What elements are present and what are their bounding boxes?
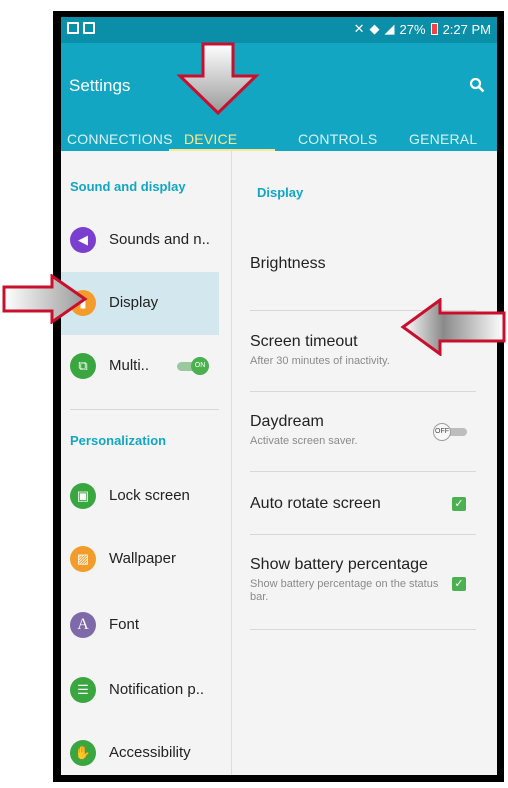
sidebar-item-multi-window[interactable]: ⧉ Multi.. ON [61,335,219,398]
divider [250,391,476,392]
search-icon[interactable] [469,77,485,93]
image-notification-icon [83,22,95,34]
auto-rotate-checkbox[interactable]: ✓ [452,497,466,511]
setting-title: Auto rotate screen [250,495,381,512]
setting-auto-rotate[interactable]: Auto rotate screen [250,495,474,513]
sidebar-item-label: Notification p.. [109,681,205,698]
tab-controls[interactable]: CONTROLS [298,131,377,147]
battery-percentage-checkbox[interactable]: ✓ [452,577,466,591]
battery-icon [430,23,438,35]
page-title: Settings [69,76,131,95]
setting-brightness[interactable]: Brightness [250,255,474,273]
wallpaper-icon: ▨ [70,546,96,572]
gallery-notification-icon [67,22,79,34]
divider [250,534,476,535]
right-arrow-annotation [2,274,88,324]
status-time: 2:27 PM [442,21,491,37]
battery-percent: 27% [399,21,426,37]
display-settings-panel: Display Brightness Screen timeout After … [232,151,497,775]
sidebar-item-accessibility[interactable]: ✋ Accessibility [61,722,219,775]
sidebar-item-notification-panel[interactable]: ☰ Notification p.. [61,659,219,722]
sidebar-item-wallpaper[interactable]: ▨ Wallpaper [61,528,219,591]
setting-subtitle: After 30 minutes of inactivity. [250,355,390,367]
screen: ✕ ◆ ◢ 27% 2:27 PM Settings CONNECTIONS D… [61,17,497,775]
setting-title: Show battery percentage [250,556,428,573]
notification-panel-icon: ☰ [70,677,96,703]
sidebar: Sound and display ◀ Sounds and n.. ▮ Dis… [61,151,232,775]
mute-icon: ✕ [353,21,365,36]
daydream-toggle[interactable]: OFF [433,423,467,441]
sidebar-item-label: Accessibility [109,744,191,761]
multi-window-icon: ⧉ [70,353,96,379]
left-arrow-annotation [400,298,506,356]
divider [70,409,219,410]
app-header: Settings CONNECTIONS DEVICE CONTROLS GEN… [61,43,497,152]
setting-title: Brightness [250,255,326,272]
status-bar: ✕ ◆ ◢ 27% 2:27 PM [61,17,497,43]
accessibility-icon: ✋ [70,740,96,766]
sidebar-item-label: Wallpaper [109,550,176,567]
sidebar-item-label: Display [109,294,159,311]
setting-subtitle: Show battery percentage on the status ba… [250,578,439,603]
signal-icon: ◢ [384,21,395,36]
section-title-display: Display [257,185,304,200]
down-arrow-annotation [176,42,260,116]
toggle-state: OFF [433,423,451,441]
tab-device[interactable]: DEVICE [184,131,237,147]
sidebar-item-label: Sounds and n.. [109,231,210,248]
font-icon: A [70,612,96,638]
sidebar-item-lock-screen[interactable]: ▣ Lock screen [61,465,219,528]
lock-screen-icon: ▣ [70,483,96,509]
setting-battery-percentage[interactable]: Show battery percentage Show battery per… [250,556,474,604]
wifi-icon: ◆ [369,21,380,36]
sidebar-item-sounds[interactable]: ◀ Sounds and n.. [61,209,219,272]
tab-connections[interactable]: CONNECTIONS [67,131,173,147]
section-title-personalization: Personalization [70,433,167,448]
sidebar-item-label: Font [109,616,140,633]
sidebar-item-font[interactable]: A Font [61,594,219,657]
toggle-state: ON [191,357,209,375]
volume-icon: ◀ [70,227,96,253]
multi-window-toggle[interactable]: ON [177,357,209,375]
sidebar-item-label: Multi.. [109,357,150,374]
divider [250,471,476,472]
tab-general[interactable]: GENERAL [409,131,477,147]
section-title-sound-display: Sound and display [70,179,186,194]
sidebar-item-label: Lock screen [109,487,190,504]
divider [250,629,476,630]
tab-bar: CONNECTIONS DEVICE CONTROLS GENERAL [61,131,497,151]
